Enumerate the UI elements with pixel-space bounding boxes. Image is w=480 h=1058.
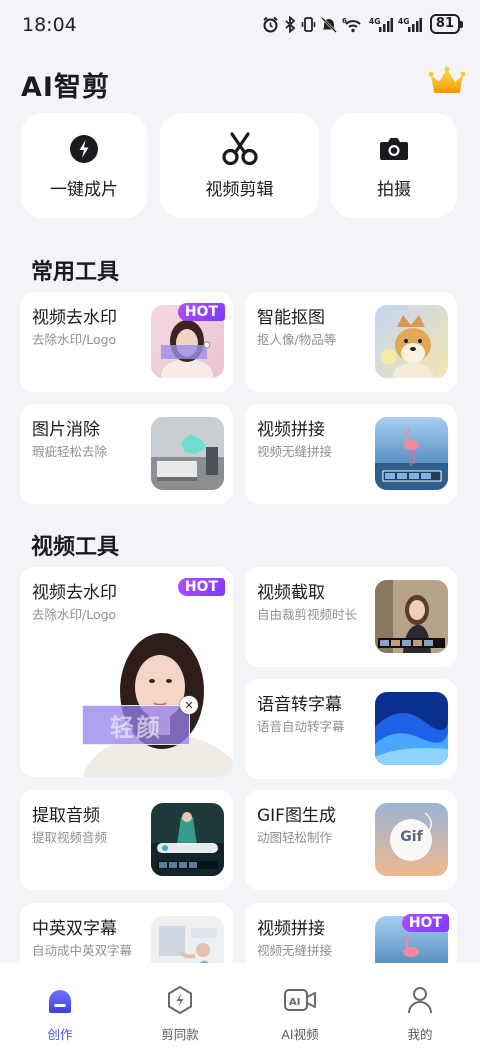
alarm-icon <box>262 16 279 33</box>
tab-label: 创作 <box>47 1027 73 1042</box>
status-icons: 6 4G 4G 81 <box>262 14 464 34</box>
section-title-video-tools: 视频工具 <box>31 535 120 560</box>
tab-label: AI视频 <box>281 1027 319 1042</box>
4g-signal-icon: 4G <box>369 16 393 33</box>
tab-ai-video[interactable]: AI AI视频 <box>240 985 360 1043</box>
tool-card-speech-to-subtitle[interactable]: 语音转字幕 语音自动转字幕 <box>245 679 457 779</box>
status-time: 18:04 <box>22 14 77 36</box>
tool-title: GIF图生成 <box>257 806 336 826</box>
tool-subtitle: 视频无缝拼接 <box>257 444 333 459</box>
hot-badge: HOT <box>177 578 225 596</box>
tab-profile[interactable]: 我的 <box>360 985 480 1043</box>
tool-card-featured-video-watermark[interactable]: 视频去水印 去除水印/Logo HOT 轻颜 ✕ <box>20 567 233 777</box>
quick-action-label: 一键成片 <box>50 179 118 200</box>
thumbnail-room-erase <box>151 417 224 490</box>
thumbnail-street-woman <box>375 580 448 653</box>
tool-title: 中英双字幕 <box>32 919 117 939</box>
4g-signal-icon: 4G <box>398 16 422 33</box>
tool-card-smart-cutout[interactable]: 智能抠图 抠人像/物品等 <box>245 292 457 392</box>
thumbnail-gif: Gif <box>375 803 448 876</box>
thumbnail-shiba-dog <box>375 305 448 378</box>
quick-action-video-edit[interactable]: 视频剪辑 <box>160 113 319 218</box>
status-bar: 18:04 6 4G 4G 81 <box>0 0 480 50</box>
thumbnail-stage-audio <box>151 803 224 876</box>
tool-card-video-watermark[interactable]: 视频去水印 去除水印/Logo HOT <box>20 292 233 392</box>
tool-subtitle: 瑕疵轻松去除 <box>32 444 108 459</box>
tool-title: 语音转字幕 <box>257 695 342 715</box>
svg-text:4G: 4G <box>369 17 380 26</box>
close-icon[interactable]: ✕ <box>180 696 198 714</box>
tool-subtitle: 去除水印/Logo <box>32 332 117 347</box>
app-title: AI智剪 <box>21 72 110 103</box>
hot-badge: HOT <box>401 914 449 932</box>
battery-indicator: 81 <box>429 14 464 34</box>
tool-subtitle: 动图轻松制作 <box>257 830 333 845</box>
quick-action-camera[interactable]: 拍摄 <box>331 113 457 218</box>
template-icon <box>165 985 195 1019</box>
tool-subtitle: 抠人像/物品等 <box>257 332 337 347</box>
camera-icon <box>379 132 409 166</box>
wifi-icon: 6 <box>342 16 364 33</box>
tool-subtitle: 自由裁剪视频时长 <box>257 607 358 622</box>
tool-subtitle: 语音自动转字幕 <box>257 719 345 734</box>
quick-action-one-click[interactable]: 一键成片 <box>21 113 147 218</box>
tool-subtitle: 视频无缝拼接 <box>257 943 333 958</box>
bluetooth-icon <box>284 15 296 33</box>
tool-subtitle: 自动成中英双字幕 <box>32 943 133 958</box>
ai-video-icon: AI <box>283 985 317 1019</box>
tool-title: 视频去水印 <box>32 308 117 328</box>
watermark-selection-box[interactable]: 轻颜 <box>82 705 190 745</box>
tool-card-image-erase[interactable]: 图片消除 瑕疵轻松去除 <box>20 404 233 504</box>
tool-card-gif-maker[interactable]: GIF图生成 动图轻松制作 Gif <box>245 790 457 890</box>
quick-action-label: 拍摄 <box>377 179 411 200</box>
tab-template[interactable]: 剪同款 <box>120 985 240 1043</box>
tab-label: 我的 <box>407 1027 433 1042</box>
tool-title: 视频截取 <box>257 583 325 603</box>
tool-card-extract-audio[interactable]: 提取音频 提取视频音频 <box>20 790 233 890</box>
vibrate-icon <box>301 16 316 33</box>
crown-icon[interactable] <box>428 66 466 98</box>
tool-title: 视频拼接 <box>257 420 325 440</box>
tool-title: 图片消除 <box>32 420 100 440</box>
tool-card-video-trim[interactable]: 视频截取 自由裁剪视频时长 <box>245 567 457 667</box>
mute-icon <box>321 16 337 33</box>
svg-text:AI: AI <box>289 997 300 1008</box>
profile-icon <box>405 985 435 1019</box>
lightning-icon <box>69 132 99 166</box>
tool-title: 智能抠图 <box>257 308 325 328</box>
scissors-icon <box>221 131 259 166</box>
gif-thumb-text: Gif <box>400 829 423 845</box>
hot-badge: HOT <box>177 303 225 321</box>
bottom-tab-bar: 创作 剪同款 AI AI视频 我的 <box>0 963 480 1058</box>
tab-label: 剪同款 <box>161 1027 199 1042</box>
quick-action-label: 视频剪辑 <box>205 179 274 200</box>
tool-subtitle: 提取视频音频 <box>32 830 108 845</box>
svg-text:4G: 4G <box>398 17 409 26</box>
thumbnail-blue-wave <box>375 692 448 765</box>
featured-woman-image <box>72 619 233 777</box>
tool-title: 视频去水印 <box>32 583 117 603</box>
tab-create[interactable]: 创作 <box>0 985 120 1043</box>
create-icon <box>45 985 75 1019</box>
tool-title: 提取音频 <box>32 806 100 826</box>
tool-card-video-splice[interactable]: 视频拼接 视频无缝拼接 <box>245 404 457 504</box>
section-title-common-tools: 常用工具 <box>31 260 120 285</box>
thumbnail-flamingo <box>375 417 448 490</box>
tool-title: 视频拼接 <box>257 919 325 939</box>
